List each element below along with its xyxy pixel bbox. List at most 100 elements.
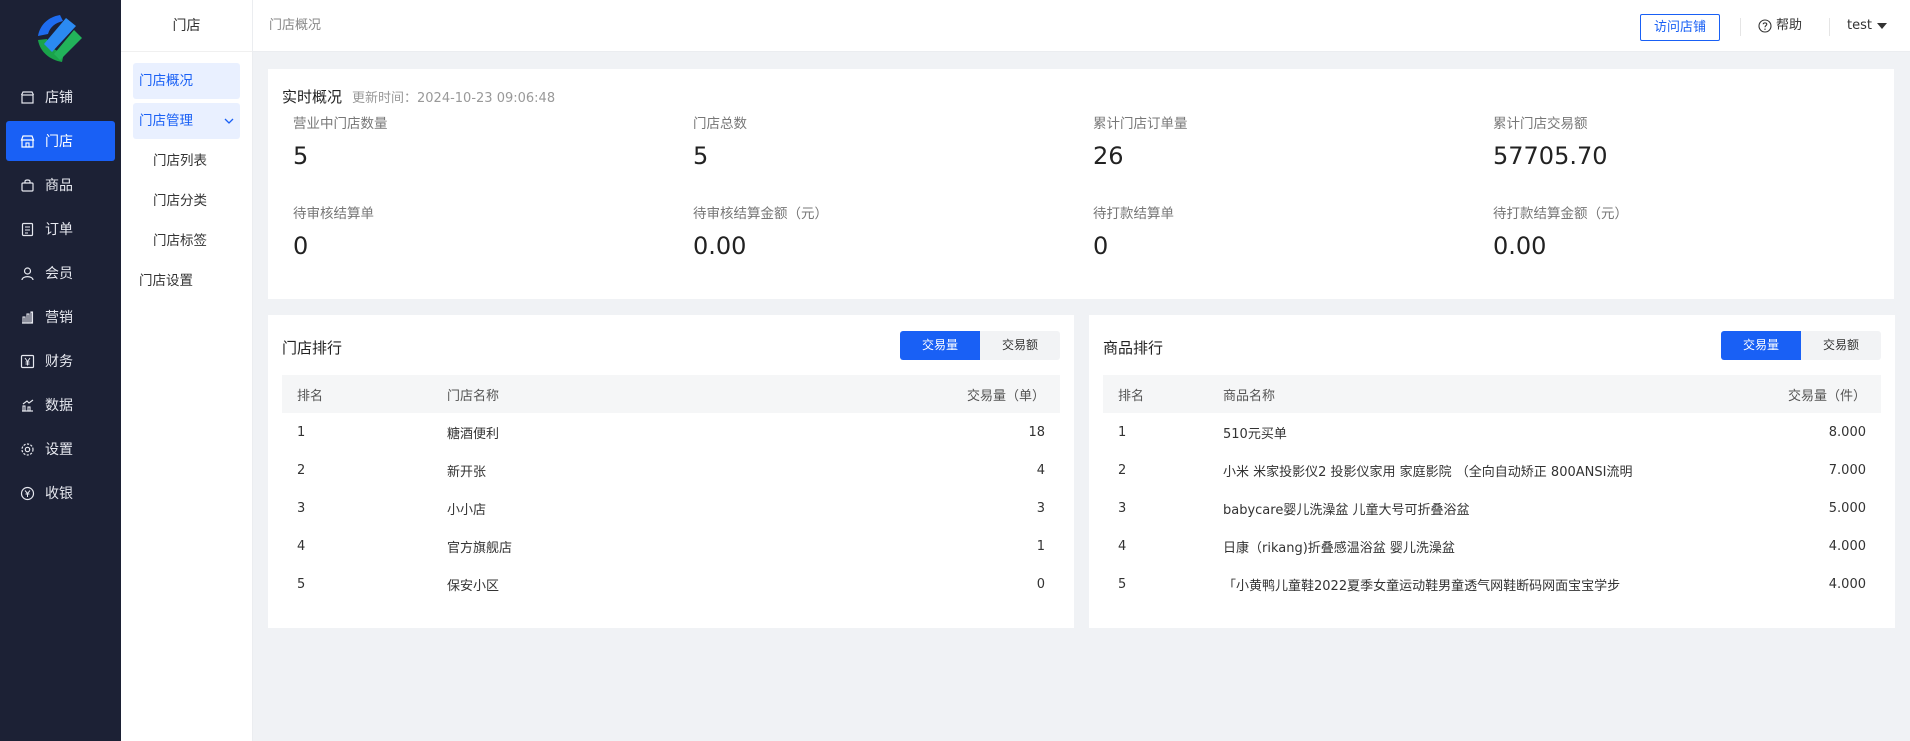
table-row: 4 官方旗舰店 1 xyxy=(282,527,1060,565)
bag-icon xyxy=(21,178,34,192)
table-row: 1 510元买单 8.000 xyxy=(1103,413,1881,451)
data-icon xyxy=(22,399,34,412)
goods-ranking-toggle: 交易量 交易额 xyxy=(1721,331,1881,360)
rank-cell: 4 xyxy=(297,538,306,554)
realtime-overview-card: 实时概况 更新时间：2024-10-23 09:06:48 营业中门店数量 5 门店… xyxy=(268,69,1894,299)
stat-label: 待打款结算单 xyxy=(1093,206,1174,222)
rank-cell: 3 xyxy=(1118,500,1127,516)
user-name: test xyxy=(1847,18,1872,33)
sidebar-item[interactable]: 营销 xyxy=(6,297,115,337)
sidebar-item-label: 门店 xyxy=(45,134,73,150)
rank-cell: 5 xyxy=(297,576,306,592)
column-header: 交易量（件） xyxy=(1787,388,1866,404)
stat-item: 营业中门店数量 5 xyxy=(293,112,673,170)
help-link[interactable]: 帮助 xyxy=(1758,0,1802,52)
stat-value: 0 xyxy=(293,232,309,260)
sidebar-item-label: 营销 xyxy=(45,310,73,326)
cashier-icon xyxy=(20,486,35,500)
name-cell: 「小黄鸭儿童鞋2022夏季女童运动鞋男童透气网鞋断码网面宝宝学步 xyxy=(1223,578,1621,594)
column-header: 排名 xyxy=(1118,388,1145,404)
table-row: 3 babycare婴儿洗澡盆 儿童大号可折叠浴盆 5.000 xyxy=(1103,489,1881,527)
column-header: 商品名称 xyxy=(1223,388,1276,404)
sidebar-item[interactable]: 商品 xyxy=(6,165,115,205)
table-row: 1 糖酒便利 18 xyxy=(282,413,1060,451)
subnav-title: 门店 xyxy=(121,0,252,52)
subnav-item-store-management[interactable]: 门店管理 xyxy=(133,103,240,139)
breadcrumb[interactable]: 门店概况 xyxy=(269,0,321,52)
sidebar-item-label: 店铺 xyxy=(45,90,73,106)
table-row: 5 保安小区 0 xyxy=(282,565,1060,603)
gear-icon xyxy=(21,442,34,456)
stat-label: 累计门店订单量 xyxy=(1093,116,1188,132)
secondary-sidebar: 门店 门店概况 门店管理 门店列表 门店分类 门店标签 门店设置 xyxy=(121,0,253,741)
rank-cell: 2 xyxy=(297,462,306,478)
rank-cell: 1 xyxy=(297,424,306,440)
table-header: 排名 门店名称 交易量（单） xyxy=(282,375,1060,413)
volume-cell: 1 xyxy=(1036,538,1045,554)
subnav-item-store-category[interactable]: 门店分类 xyxy=(133,183,240,219)
help-icon xyxy=(1758,19,1772,33)
sidebar-item[interactable]: 财务 xyxy=(6,341,115,381)
stat-label: 待审核结算金额（元） xyxy=(693,206,828,222)
subnav-item-store-settings[interactable]: 门店设置 xyxy=(133,263,240,299)
store-rank-amount-tab[interactable]: 交易额 xyxy=(980,331,1060,360)
name-cell: babycare婴儿洗澡盆 儿童大号可折叠浴盆 xyxy=(1223,502,1470,518)
store-ranking-table: 排名 门店名称 交易量（单） 1 糖酒便利 18 2 新开张 4 3 小小店 3 4 官方旗舰店 1 5… xyxy=(282,375,1060,603)
subnav-item-store-tags[interactable]: 门店标签 xyxy=(133,223,240,259)
stat-value: 57705.70 xyxy=(1493,142,1608,170)
goods-ranking-table: 排名 商品名称 交易量（件） 1 510元买单 8.000 2 小米 米家投影仪2 投影… xyxy=(1103,375,1881,603)
name-cell: 日康（rikang)折叠感温浴盆 婴儿洗澡盆 xyxy=(1223,540,1455,556)
volume-cell: 4 xyxy=(1036,462,1045,478)
stat-label: 待审核结算单 xyxy=(293,206,374,222)
user-menu[interactable]: test xyxy=(1847,0,1887,52)
name-cell: 小小店 xyxy=(447,502,487,518)
sidebar-item-label: 订单 xyxy=(45,222,73,238)
stat-value: 0 xyxy=(1093,232,1109,260)
stat-value: 26 xyxy=(1093,142,1124,170)
subnav-item-overview[interactable]: 门店概况 xyxy=(133,63,240,99)
goods-rank-volume-tab[interactable]: 交易量 xyxy=(1721,331,1801,360)
sidebar-item[interactable]: 收银 xyxy=(6,473,115,513)
sidebar-item[interactable]: 门店 xyxy=(6,121,115,161)
subnav-item-label: 门店管理 xyxy=(139,113,193,129)
rank-cell: 4 xyxy=(1118,538,1127,554)
volume-cell: 3 xyxy=(1036,500,1045,516)
subnav-item-store-list[interactable]: 门店列表 xyxy=(133,143,240,179)
divider xyxy=(1829,18,1830,36)
name-cell: 保安小区 xyxy=(447,578,500,594)
chart-bars-icon xyxy=(22,310,34,324)
store-ranking-card: 门店排行 交易量 交易额 排名 门店名称 交易量（单） 1 糖酒便利 18 2 新开张 4… xyxy=(268,315,1074,628)
table-row: 4 日康（rikang)折叠感温浴盆 婴儿洗澡盆 4.000 xyxy=(1103,527,1881,565)
stat-label: 累计门店交易额 xyxy=(1493,116,1588,132)
sidebar-item[interactable]: 数据 xyxy=(6,385,115,425)
stat-item: 门店总数 5 xyxy=(693,112,1073,170)
caret-down-icon xyxy=(1876,23,1887,29)
sidebar-item-label: 收银 xyxy=(45,486,73,502)
visit-store-button[interactable]: 访问店铺 xyxy=(1640,14,1720,41)
name-cell: 糖酒便利 xyxy=(447,426,500,442)
store-icon xyxy=(20,90,35,104)
primary-sidebar: 店铺门店商品订单会员营销财务数据设置收银 xyxy=(0,0,121,741)
stat-label: 待打款结算金额（元） xyxy=(1493,206,1628,222)
sidebar-item[interactable]: 订单 xyxy=(6,209,115,249)
goods-rank-amount-tab[interactable]: 交易额 xyxy=(1801,331,1881,360)
rank-cell: 5 xyxy=(1118,576,1127,592)
brand-logo[interactable] xyxy=(30,12,88,66)
sidebar-item[interactable]: 设置 xyxy=(6,429,115,469)
volume-cell: 8.000 xyxy=(1828,424,1866,440)
stat-item: 累计门店交易额 57705.70 xyxy=(1493,112,1873,170)
store-rank-volume-tab[interactable]: 交易量 xyxy=(900,331,980,360)
name-cell: 510元买单 xyxy=(1223,426,1287,442)
sidebar-item-label: 商品 xyxy=(45,178,73,194)
sidebar-item-label: 数据 xyxy=(45,398,73,414)
rank-cell: 1 xyxy=(1118,424,1127,440)
volume-cell: 4.000 xyxy=(1828,576,1866,592)
table-row: 3 小小店 3 xyxy=(282,489,1060,527)
stat-item: 待审核结算金额（元） 0.00 xyxy=(693,202,1073,260)
name-cell: 官方旗舰店 xyxy=(447,540,513,556)
stat-item: 累计门店订单量 26 xyxy=(1093,112,1473,170)
divider xyxy=(1740,18,1741,36)
name-cell: 小米 米家投影仪2 投影仪家用 家庭影院 （全向自动矫正 800ANSI流明 xyxy=(1223,464,1633,480)
sidebar-item[interactable]: 店铺 xyxy=(6,77,115,117)
sidebar-item[interactable]: 会员 xyxy=(6,253,115,293)
